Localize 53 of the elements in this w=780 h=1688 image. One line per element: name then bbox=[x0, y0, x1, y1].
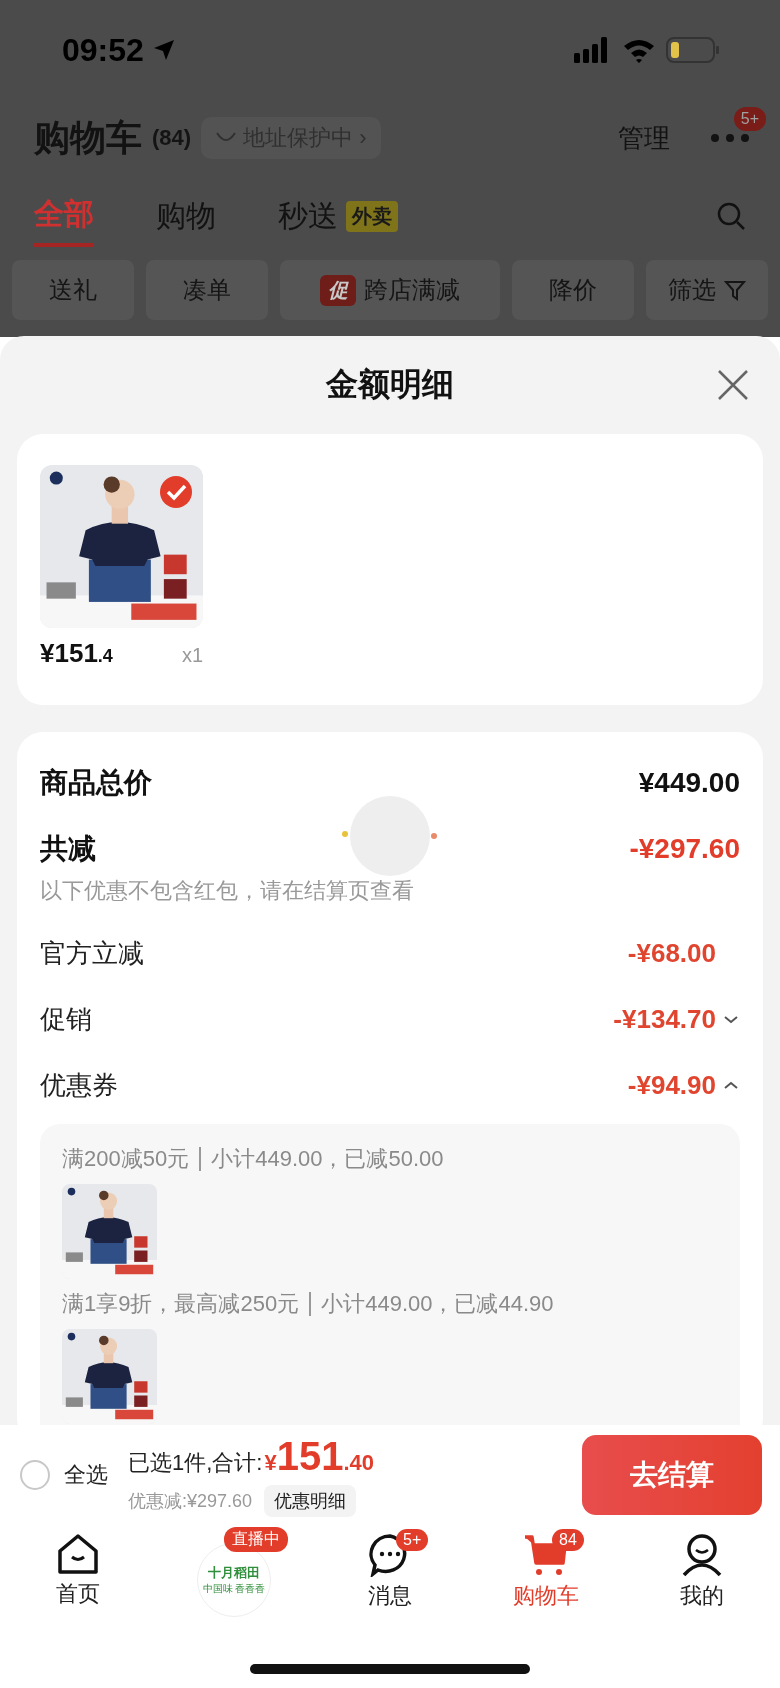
chevron-icon[interactable] bbox=[722, 1013, 740, 1025]
filter-chip[interactable]: 凑单 bbox=[146, 260, 268, 320]
discount-value: -¥68.00 bbox=[627, 937, 716, 969]
more-icon[interactable] bbox=[710, 133, 750, 143]
nav-tab[interactable]: 首页 bbox=[0, 1533, 156, 1609]
battery-icon bbox=[666, 37, 720, 63]
tab[interactable]: 秒送 外卖 bbox=[278, 187, 398, 245]
tab[interactable]: 购物 bbox=[156, 187, 216, 245]
nav-tab[interactable]: 我的 bbox=[624, 1533, 780, 1611]
discount-value: -¥94.90 bbox=[627, 1069, 716, 1101]
selected-summary: 已选1件,合计: bbox=[128, 1448, 263, 1477]
reduction-label: 共减 bbox=[40, 832, 96, 866]
wifi-icon bbox=[622, 37, 656, 63]
coupon-subtotal: 小计449.00，已减50.00 bbox=[211, 1145, 444, 1173]
filter-chip[interactable]: 筛选 bbox=[646, 260, 768, 320]
close-icon[interactable] bbox=[716, 368, 750, 402]
discount-details-button[interactable]: 优惠明细 bbox=[264, 1484, 357, 1517]
check-icon[interactable] bbox=[159, 475, 193, 509]
discount-summary: 优惠减:¥297.60 bbox=[128, 1489, 253, 1513]
item-price: ¥151.4 bbox=[40, 638, 113, 669]
filter-chip[interactable]: 降价 bbox=[512, 260, 634, 320]
select-all-label[interactable]: 全选 bbox=[64, 1460, 108, 1490]
coupon-subtotal: 小计449.00，已减44.90 bbox=[321, 1290, 554, 1318]
search-icon[interactable] bbox=[716, 201, 746, 231]
total-amount: ¥151.40 bbox=[264, 1433, 375, 1479]
page-title: 购物车 bbox=[34, 115, 142, 160]
filter-icon bbox=[724, 279, 746, 301]
notification-badge: 5+ bbox=[733, 107, 766, 131]
coupon-rule: 满200减50元 bbox=[62, 1145, 190, 1173]
checkout-button[interactable]: 去结算 bbox=[582, 1435, 762, 1515]
discount-label: 促销 bbox=[40, 1002, 92, 1036]
sheet-title: 金额明细 bbox=[326, 365, 454, 404]
select-all-radio[interactable] bbox=[20, 1460, 50, 1490]
reduction-value: -¥297.60 bbox=[629, 833, 740, 865]
manage-link[interactable]: 管理 bbox=[618, 120, 670, 156]
coupon-rule: 满1享9折，最高减250元 bbox=[62, 1290, 300, 1318]
item-count: (84) bbox=[152, 125, 192, 151]
reduction-note: 以下优惠不包含红包，请在结算页查看 bbox=[40, 877, 415, 905]
count-badge: 84 bbox=[552, 1529, 584, 1551]
discount-label: 优惠券 bbox=[40, 1068, 118, 1102]
filter-chip[interactable]: 送礼 bbox=[12, 260, 134, 320]
total-value: ¥449.00 bbox=[638, 767, 740, 799]
item-quantity: x1 bbox=[181, 644, 203, 667]
discount-value: -¥134.70 bbox=[613, 1003, 716, 1035]
filter-chip[interactable]: 促 跨店满减 bbox=[280, 260, 500, 320]
clock-time: 09:52 bbox=[62, 31, 144, 69]
live-badge: 直播中 bbox=[224, 1527, 288, 1552]
chevron-icon[interactable] bbox=[722, 1079, 740, 1091]
discount-label: 官方立减 bbox=[40, 936, 144, 970]
person-icon bbox=[680, 1533, 724, 1577]
home-icon bbox=[56, 1533, 100, 1575]
total-label: 商品总价 bbox=[40, 766, 152, 800]
count-badge: 5+ bbox=[396, 1529, 429, 1551]
